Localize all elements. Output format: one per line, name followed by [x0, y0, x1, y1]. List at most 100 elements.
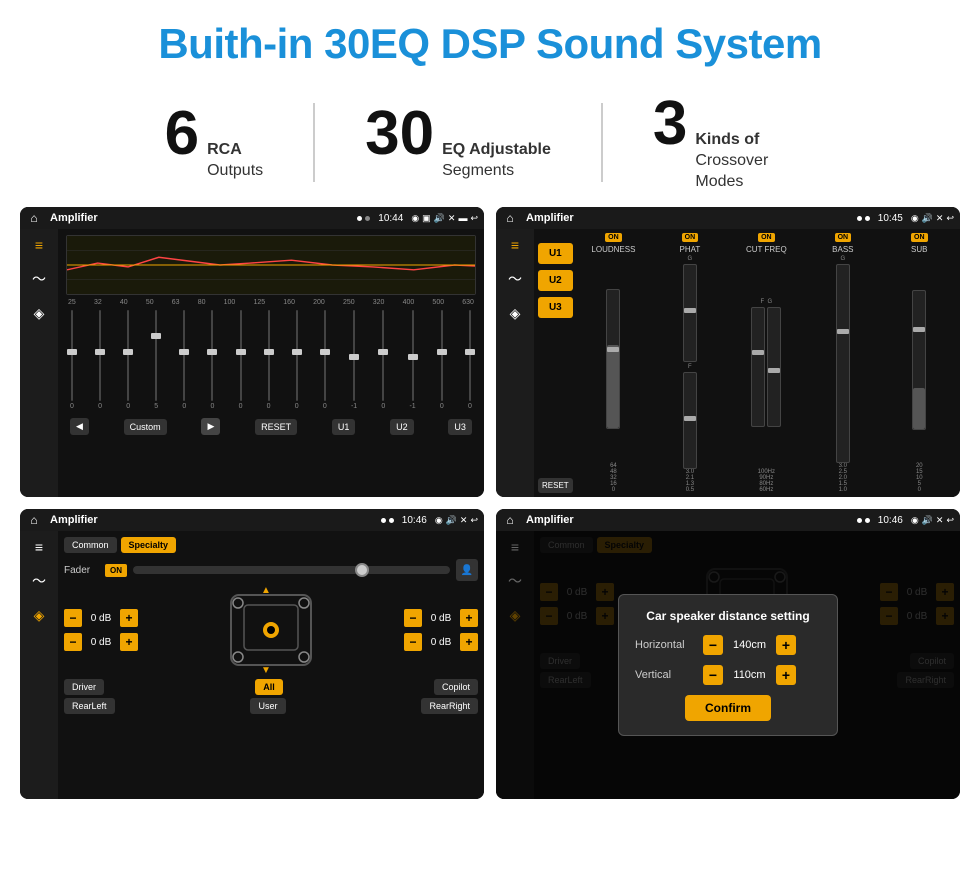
stat-rca-number: 6: [165, 103, 199, 165]
stat-crossover: 3 Kinds of Crossover Modes: [603, 93, 865, 192]
confirm-button[interactable]: Confirm: [685, 695, 771, 721]
horizontal-row: Horizontal − 140cm +: [635, 635, 821, 655]
eq-sliders-row: 0 0 0 5 0 0 0 0 0 0 -1 0 -1 0 0: [66, 310, 476, 410]
eq-freq-labels: 25 32 40 50 63 80 100 125 160 200 250 32…: [66, 299, 476, 306]
eq-prev-btn[interactable]: ◀: [70, 418, 89, 435]
amp-u1-btn[interactable]: U1: [538, 243, 573, 264]
rearright-btn[interactable]: RearRight: [421, 698, 478, 714]
slider-14[interactable]: 0: [440, 310, 444, 410]
slider-8[interactable]: 0: [267, 310, 271, 410]
volume-icon-3: 🔊: [446, 515, 457, 526]
close-icon-3[interactable]: ✕: [460, 515, 468, 526]
eq-u3-btn[interactable]: U3: [448, 419, 472, 435]
db-plus-3[interactable]: +: [460, 609, 478, 627]
eq-u2-btn[interactable]: U2: [390, 419, 414, 435]
amp-speaker-icon[interactable]: ◈: [510, 305, 521, 322]
db-minus-2[interactable]: −: [64, 633, 82, 651]
slider-13[interactable]: -1: [409, 310, 415, 410]
eq-custom-btn[interactable]: Custom: [124, 419, 167, 435]
user-btn[interactable]: User: [250, 698, 285, 714]
slider-15[interactable]: 0: [468, 310, 472, 410]
amp-reset-btn[interactable]: RESET: [538, 478, 573, 493]
phat-g-slider[interactable]: [683, 264, 697, 362]
sub-on: ON: [911, 233, 928, 242]
amp-u3-btn[interactable]: U3: [538, 297, 573, 318]
slider-3[interactable]: 0: [126, 310, 130, 410]
slider-7[interactable]: 0: [239, 310, 243, 410]
stat-crossover-number: 3: [653, 93, 687, 155]
amp-eq-icon[interactable]: ≡: [511, 237, 519, 253]
slider-4[interactable]: 5: [154, 310, 158, 410]
fader-slider[interactable]: [133, 566, 450, 574]
back-icon-2[interactable]: ↩: [946, 213, 954, 224]
home-icon-4[interactable]: ⌂: [502, 512, 518, 528]
common-tab[interactable]: Common: [64, 537, 117, 553]
db-minus-1[interactable]: −: [64, 609, 82, 627]
eq-main: 25 32 40 50 63 80 100 125 160 200 250 32…: [58, 229, 484, 497]
eq-play-btn[interactable]: ▶: [201, 418, 220, 435]
rearleft-btn[interactable]: RearLeft: [64, 698, 115, 714]
eq-u1-btn[interactable]: U1: [332, 419, 356, 435]
slider-2[interactable]: 0: [98, 310, 102, 410]
back-icon[interactable]: ↩: [470, 213, 478, 224]
eq-icon[interactable]: ≡: [35, 237, 43, 253]
db-value-3: 0 dB: [426, 613, 456, 624]
fader-eq-icon[interactable]: ≡: [35, 539, 43, 555]
slider-1[interactable]: 0: [70, 310, 74, 410]
sub-slider[interactable]: [912, 290, 926, 430]
bass-on: ON: [835, 233, 852, 242]
status-time-2: 10:45: [878, 213, 903, 224]
slider-9[interactable]: 0: [295, 310, 299, 410]
wave-icon[interactable]: 〜: [32, 269, 46, 289]
db-plus-2[interactable]: +: [120, 633, 138, 651]
slider-12[interactable]: 0: [381, 310, 385, 410]
speaker-icon[interactable]: ◈: [34, 305, 45, 322]
all-btn[interactable]: All: [255, 679, 283, 695]
volume-icon: 🔊: [434, 213, 445, 224]
fader-toggle[interactable]: ON: [105, 564, 127, 577]
status-bar-1: ⌂ Amplifier 10:44 ◉ ▣ 🔊 ✕ ▬ ↩: [20, 207, 484, 229]
amp-u2-btn[interactable]: U2: [538, 270, 573, 291]
db-minus-4[interactable]: −: [404, 633, 422, 651]
cutfreq-g-slider[interactable]: [767, 307, 781, 427]
copilot-btn[interactable]: Copilot: [434, 679, 478, 695]
close-icon[interactable]: ✕: [448, 213, 456, 224]
bass-slider[interactable]: [836, 264, 850, 463]
specialty-tab[interactable]: Specialty: [121, 537, 177, 553]
db-minus-3[interactable]: −: [404, 609, 422, 627]
eq-left-sidebar: ≡ 〜 ◈: [20, 229, 58, 497]
screens-grid: ⌂ Amplifier 10:44 ◉ ▣ 🔊 ✕ ▬ ↩ ≡ 〜 ◈: [0, 207, 980, 809]
minimize-icon[interactable]: ▬: [458, 213, 467, 223]
home-icon[interactable]: ⌂: [26, 210, 42, 226]
db-plus-4[interactable]: +: [460, 633, 478, 651]
back-icon-3[interactable]: ↩: [470, 515, 478, 526]
vertical-row: Vertical − 110cm +: [635, 665, 821, 685]
slider-5[interactable]: 0: [182, 310, 186, 410]
home-icon-2[interactable]: ⌂: [502, 210, 518, 226]
close-icon-2[interactable]: ✕: [936, 213, 944, 224]
back-icon-4[interactable]: ↩: [946, 515, 954, 526]
phat-f-slider[interactable]: [683, 372, 697, 470]
loudness-slider[interactable]: [606, 289, 620, 429]
volume-icon-2: 🔊: [922, 213, 933, 224]
home-icon-3[interactable]: ⌂: [26, 512, 42, 528]
vertical-plus-btn[interactable]: +: [776, 665, 796, 685]
horizontal-minus-btn[interactable]: −: [703, 635, 723, 655]
slider-6[interactable]: 0: [210, 310, 214, 410]
amp-wave-icon[interactable]: 〜: [508, 269, 522, 289]
db-control-2: − 0 dB +: [64, 633, 138, 651]
driver-btn[interactable]: Driver: [64, 679, 104, 695]
horizontal-plus-btn[interactable]: +: [776, 635, 796, 655]
eq-reset-btn[interactable]: RESET: [255, 419, 297, 435]
fader-wave-icon[interactable]: 〜: [32, 571, 46, 591]
close-icon-4[interactable]: ✕: [936, 515, 944, 526]
slider-11[interactable]: -1: [351, 310, 357, 410]
vertical-minus-btn[interactable]: −: [703, 665, 723, 685]
svg-text:▼: ▼: [261, 665, 271, 675]
fader-profile-icon[interactable]: 👤: [456, 559, 478, 581]
car-diagram: ▲ ▼: [146, 585, 396, 675]
db-plus-1[interactable]: +: [120, 609, 138, 627]
cutfreq-f-slider[interactable]: [751, 307, 765, 427]
fader-speaker-icon[interactable]: ◈: [34, 607, 45, 624]
slider-10[interactable]: 0: [323, 310, 327, 410]
